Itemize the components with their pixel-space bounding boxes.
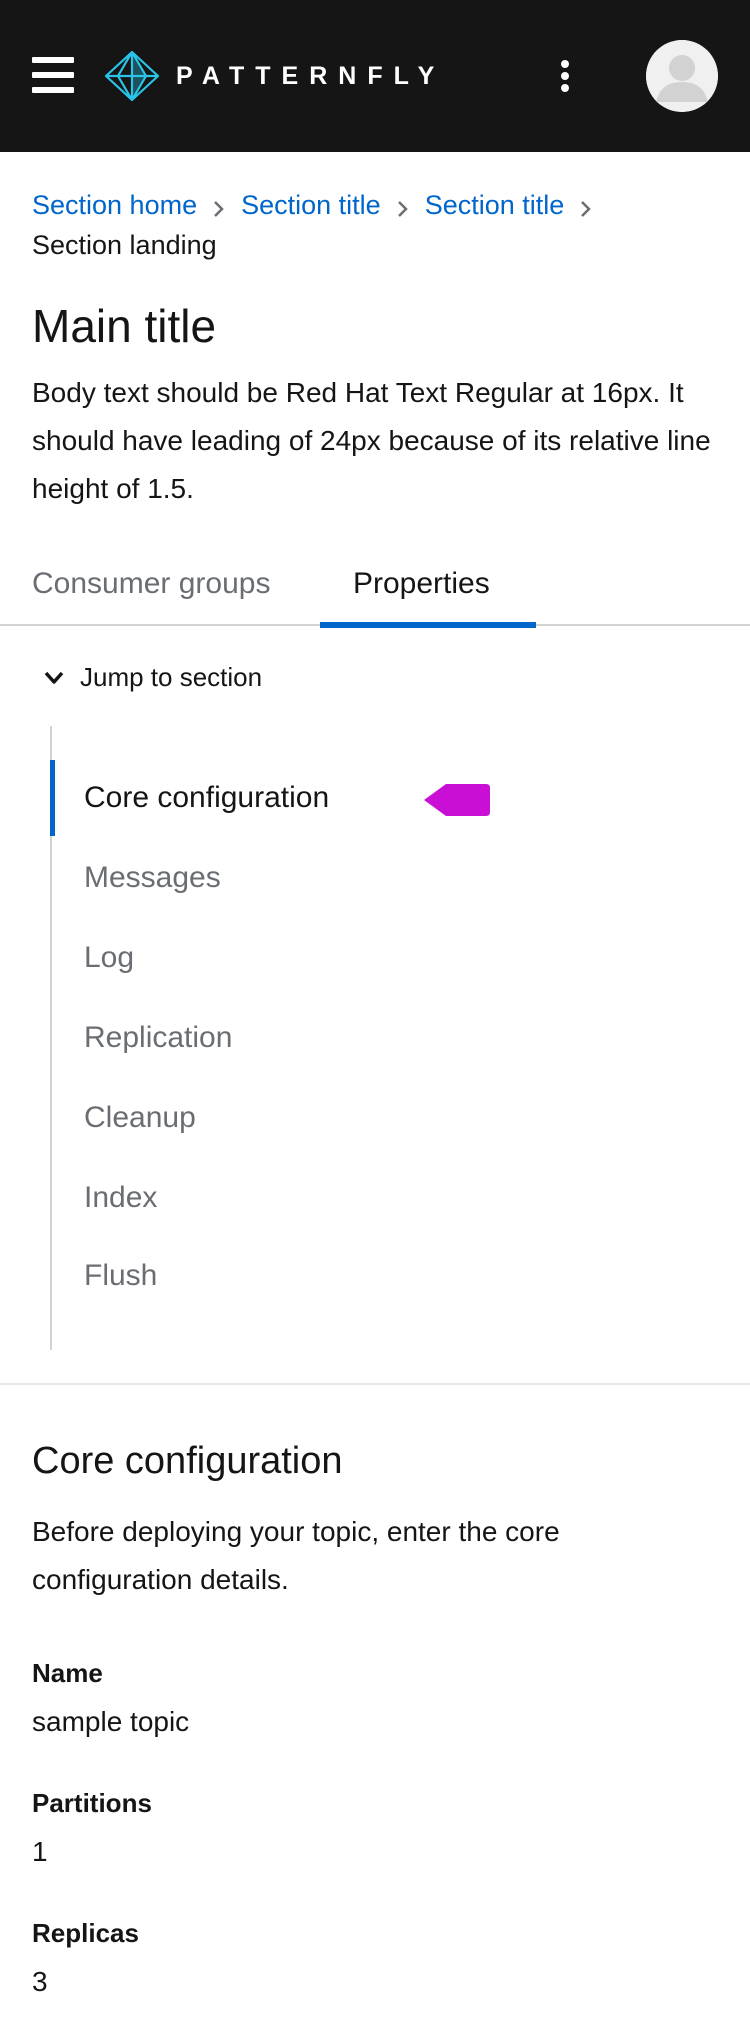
jump-link-cleanup[interactable]: Cleanup <box>52 1080 612 1156</box>
page-body-text: Body text should be Red Hat Text Regular… <box>32 377 711 504</box>
field-partitions: Partitions 1 <box>32 1786 152 1870</box>
brand-name: PATTERNFLY <box>176 61 446 90</box>
jump-link-index[interactable]: Index <box>52 1160 612 1236</box>
page-title: Main title <box>32 300 217 352</box>
tabs: Consumer groups Properties <box>0 556 750 628</box>
brand[interactable]: PATTERNFLY <box>104 50 445 102</box>
jump-link-messages[interactable]: Messages <box>52 840 612 916</box>
field-label: Partitions <box>32 1788 152 1818</box>
masthead: PATTERNFLY <box>0 0 750 152</box>
kebab-menu-icon[interactable] <box>554 58 576 94</box>
field-replicas: Replicas 3 <box>32 1916 139 2000</box>
section-title: Core configuration <box>32 1440 343 1482</box>
jump-toggle-label: Jump to section <box>80 662 263 692</box>
field-value: 1 <box>32 1836 48 1867</box>
jump-link-replication[interactable]: Replication <box>52 1000 612 1076</box>
jump-link-log[interactable]: Log <box>52 920 612 996</box>
field-label: Name <box>32 1658 103 1688</box>
breadcrumb-current: Section landing <box>32 229 217 260</box>
field-value: 3 <box>32 1966 48 1997</box>
patternfly-logo-icon <box>104 50 160 102</box>
chevron-right-icon <box>381 188 425 226</box>
pointer-arrow-icon <box>424 784 490 816</box>
tab-label: Consumer groups <box>32 567 271 600</box>
breadcrumb-link-section-title-2[interactable]: Section title <box>425 190 565 220</box>
breadcrumb-link-section-title-1[interactable]: Section title <box>241 190 381 220</box>
breadcrumb: Section home Section title Section title S… <box>32 186 722 264</box>
jump-link-core-configuration[interactable]: Core configuration <box>50 760 610 836</box>
breadcrumb-link-section-home[interactable]: Section home <box>32 190 197 220</box>
chevron-down-icon <box>44 671 64 684</box>
jump-links-list: Core configuration Messages Log Replicat… <box>50 726 650 1350</box>
field-label: Replicas <box>32 1918 139 1948</box>
chevron-right-icon <box>564 188 608 226</box>
tab-label: Properties <box>353 567 490 600</box>
tab-properties[interactable]: Properties <box>320 556 536 628</box>
hamburger-menu-icon[interactable] <box>32 57 74 94</box>
tab-consumer-groups[interactable]: Consumer groups <box>32 556 270 626</box>
section-divider <box>0 1383 750 1385</box>
section-description: Before deploying your topic, enter the c… <box>32 1516 560 1595</box>
jump-to-section-toggle[interactable]: Jump to section <box>44 662 262 693</box>
field-name: Name sample topic <box>32 1656 189 1740</box>
avatar-icon[interactable] <box>646 40 718 112</box>
field-value: sample topic <box>32 1706 190 1737</box>
chevron-right-icon <box>197 188 241 226</box>
jump-link-flush[interactable]: Flush <box>52 1238 612 1314</box>
